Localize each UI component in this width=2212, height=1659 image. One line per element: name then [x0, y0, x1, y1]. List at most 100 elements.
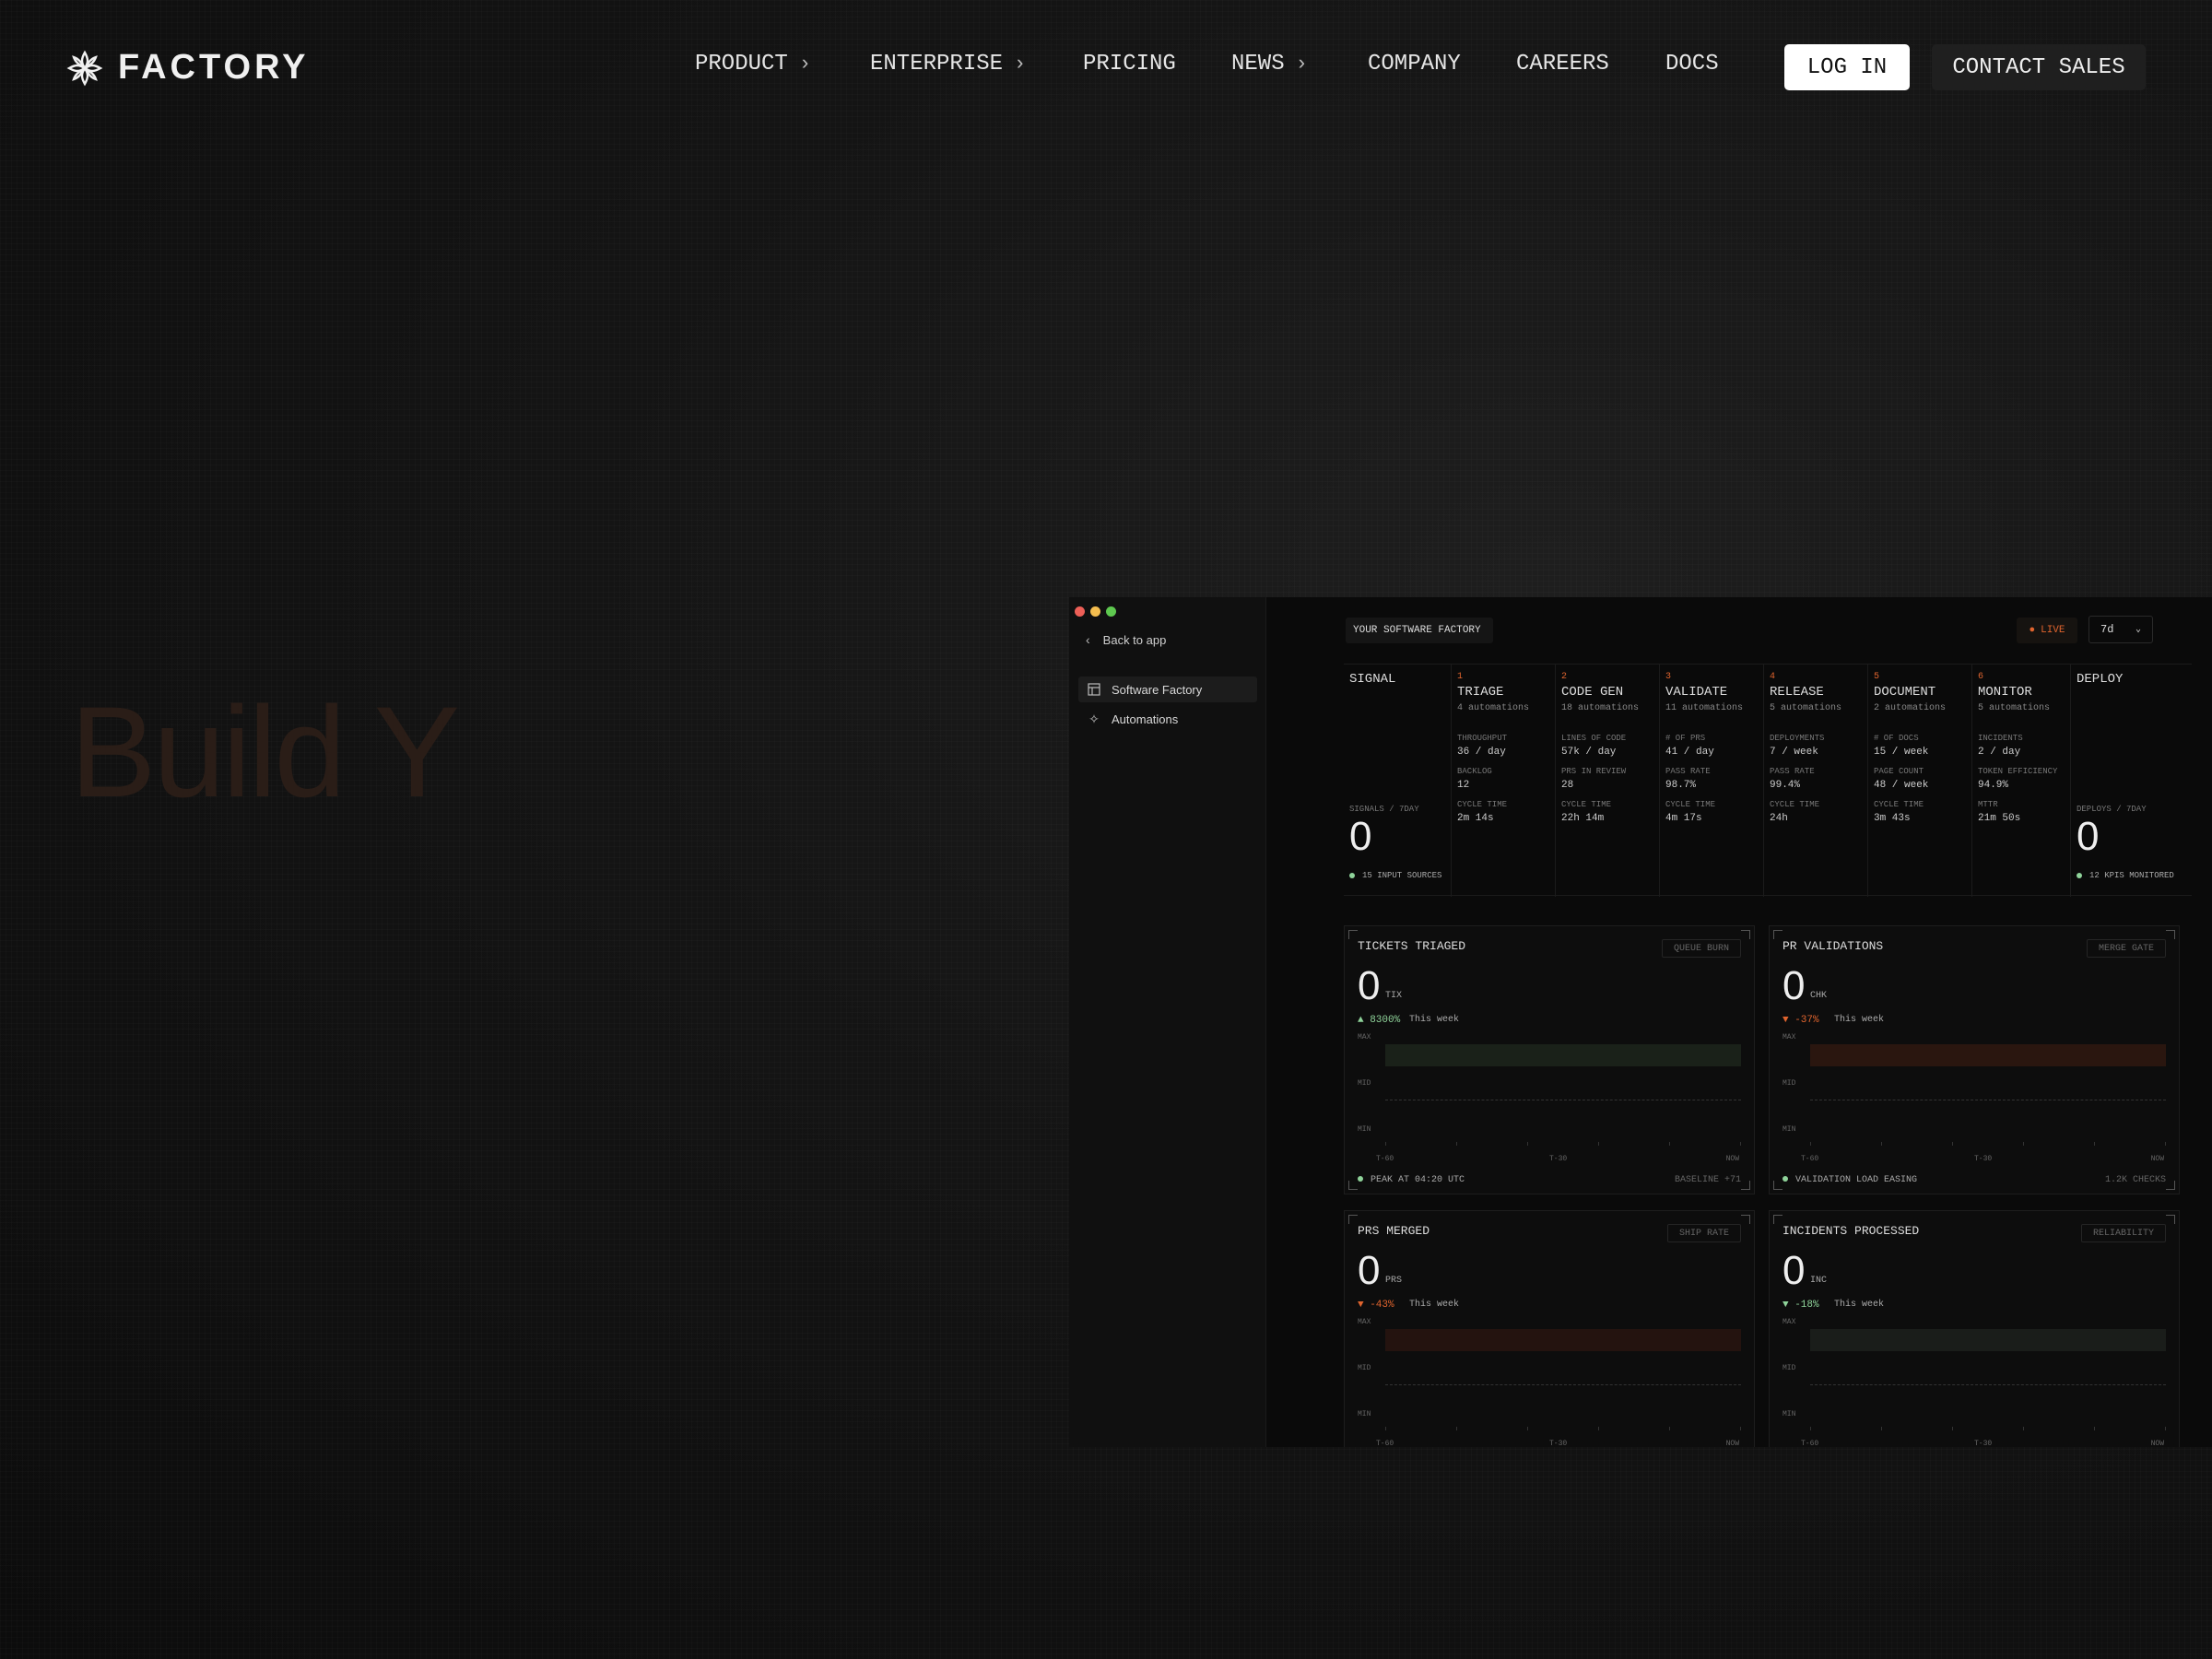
metric-label: PRS IN REVIEW	[1561, 767, 1627, 776]
corner-mark	[1741, 1215, 1750, 1224]
x-tick-mark	[1881, 1142, 1882, 1146]
stage-name: VALIDATE	[1665, 685, 1728, 700]
x-tick-mark	[1669, 1142, 1670, 1146]
metric-value: 2m 14s	[1457, 813, 1494, 824]
sidebar-item-software-factory[interactable]: Software Factory	[1078, 677, 1257, 702]
signal-value: 0	[1349, 814, 1372, 859]
back-to-app-link[interactable]: ‹ Back to app	[1086, 632, 1166, 647]
metric-value: 48 / week	[1874, 780, 1929, 791]
signal-column: SIGNAL SIGNALS / 7DAY 0 15 INPUT SOURCES	[1344, 665, 1451, 897]
minimize-dot-icon[interactable]	[1090, 606, 1100, 617]
metric-label: CYCLE TIME	[1665, 800, 1716, 809]
stage-column-triage[interactable]: 1 TRIAGE 4 automations THROUGHPUT 36 / da…	[1451, 665, 1555, 897]
sidebar-item-label: Software Factory	[1112, 682, 1203, 697]
nav-item-docs[interactable]: DOCS	[1665, 52, 1719, 76]
stage-number: 6	[1978, 672, 1984, 682]
y-axis-label: MID	[1358, 1079, 1371, 1088]
stage-column-release[interactable]: 4 RELEASE 5 automations DEPLOYMENTS 7 / w…	[1763, 665, 1867, 897]
card-title: PRS MERGED	[1358, 1224, 1430, 1238]
x-tick-mark	[1952, 1142, 1953, 1146]
card-delta: ▲ 8300%	[1358, 1015, 1401, 1026]
corner-mark	[1741, 1181, 1750, 1190]
x-tick-mark	[1385, 1142, 1386, 1146]
metric-label: CYCLE TIME	[1561, 800, 1612, 809]
chart-band	[1810, 1329, 2166, 1351]
stage-column-document[interactable]: 5 DOCUMENT 2 automations # OF DOCS 15 / w…	[1867, 665, 1971, 897]
card-tag[interactable]: RELIABILITY	[2080, 1224, 2166, 1242]
x-axis-label: NOW	[2150, 1440, 2164, 1447]
range-value: 7d	[2100, 623, 2114, 636]
chevron-right-icon: ›	[1014, 53, 1027, 76]
card-delta: ▼ -18%	[1783, 1300, 1819, 1311]
stage-name: DEPLOY	[2077, 672, 2124, 687]
metric-card-pr-validations[interactable]: PR VALIDATIONS MERGE GATE 0 CHK ▼ -37% T…	[1769, 925, 2180, 1194]
login-button[interactable]: LOG IN	[1784, 44, 1910, 90]
corner-mark	[2166, 930, 2175, 939]
stage-name: MONITOR	[1978, 685, 2032, 700]
app-preview-window: ‹ Back to app Software Factory ✧ Automat…	[1069, 597, 2212, 1447]
metric-label: DEPLOYS / 7DAY	[2077, 805, 2147, 814]
card-tag[interactable]: QUEUE BURN	[1661, 939, 1741, 958]
card-tag[interactable]: SHIP RATE	[1666, 1224, 1741, 1242]
range-select[interactable]: 7d ⌄	[2088, 616, 2153, 643]
nav-item-pricing[interactable]: PRICING	[1083, 52, 1176, 76]
metric-label: BACKLOG	[1457, 767, 1492, 776]
stage-number: 5	[1874, 672, 1880, 682]
stage-column-validate[interactable]: 3 VALIDATE 11 automations # OF PRS 41 / d…	[1659, 665, 1763, 897]
y-axis-label: MID	[1358, 1364, 1371, 1372]
metric-card-tickets-triaged[interactable]: TICKETS TRIAGED QUEUE BURN 0 TIX ▲ 8300%…	[1344, 925, 1755, 1194]
stage-number: 3	[1665, 672, 1672, 682]
nav-item-careers[interactable]: CAREERS	[1516, 52, 1609, 76]
factory-title: YOUR SOFTWARE FACTORY	[1346, 618, 1493, 643]
nav-item-news[interactable]: NEWS ›	[1231, 52, 1308, 76]
stage-column-monitor[interactable]: 6 MONITOR 5 automations INCIDENTS 2 / day…	[1971, 665, 2076, 897]
x-axis-label: NOW	[1725, 1440, 1739, 1447]
card-value: 0	[1358, 1248, 1381, 1293]
corner-mark	[1773, 1215, 1783, 1224]
x-axis-label: T-30	[1974, 1155, 1993, 1163]
card-title: INCIDENTS PROCESSED	[1783, 1224, 1920, 1238]
metric-card-incidents-processed[interactable]: INCIDENTS PROCESSED RELIABILITY 0 INC ▼ …	[1769, 1210, 2180, 1447]
contact-sales-button[interactable]: CONTACT SALES	[1932, 44, 2146, 90]
nav-item-enterprise[interactable]: ENTERPRISE ›	[870, 52, 1026, 76]
brand-logo[interactable]: FACTORY	[66, 48, 309, 88]
metric-value: 57k / day	[1561, 747, 1617, 758]
nav-item-company[interactable]: COMPANY	[1368, 52, 1461, 76]
corner-mark	[1741, 930, 1750, 939]
maximize-dot-icon[interactable]	[1106, 606, 1116, 617]
stage-number: 2	[1561, 672, 1568, 682]
deploy-column: DEPLOY DEPLOYS / 7DAY 0 12 KPIS MONITORE…	[2070, 665, 2199, 897]
nav-item-label: PRICING	[1083, 52, 1176, 76]
status-dot-icon	[1358, 1176, 1363, 1182]
metric-label: THROUGHPUT	[1457, 734, 1508, 743]
metric-label: TOKEN EFFICIENCY	[1978, 767, 2058, 776]
nav-item-label: PRODUCT	[695, 52, 788, 76]
stage-number: 1	[1457, 672, 1464, 682]
metric-label: # OF DOCS	[1874, 734, 1919, 743]
stage-number: 4	[1770, 672, 1776, 682]
nav-item-product[interactable]: PRODUCT ›	[695, 52, 811, 76]
card-footer-text: PEAK AT 04:20 UTC	[1371, 1175, 1465, 1185]
metric-label: INCIDENTS	[1978, 734, 2023, 743]
close-dot-icon[interactable]	[1075, 606, 1085, 617]
x-tick-mark	[2165, 1142, 2166, 1146]
corner-mark	[1773, 930, 1783, 939]
stage-column-code-gen[interactable]: 2 CODE GEN 18 automations LINES OF CODE 5…	[1555, 665, 1659, 897]
x-tick-mark	[1669, 1427, 1670, 1430]
x-tick-mark	[1810, 1142, 1811, 1146]
stage-automations: 11 automations	[1665, 703, 1744, 713]
status-dot-icon	[2077, 872, 2082, 878]
sidebar-item-automations[interactable]: ✧ Automations	[1078, 706, 1257, 732]
factory-logo-icon	[66, 50, 103, 86]
metric-card-prs-merged[interactable]: PRS MERGED SHIP RATE 0 PRS ▼ -43% This w…	[1344, 1210, 1755, 1447]
nav-item-label: COMPANY	[1368, 52, 1461, 76]
x-tick-mark	[1527, 1142, 1528, 1146]
metric-label: PAGE COUNT	[1874, 767, 1924, 776]
y-axis-label: MAX	[1358, 1033, 1371, 1041]
card-value: 0	[1783, 963, 1806, 1008]
stage-name: TRIAGE	[1457, 685, 1504, 700]
y-axis-label: MIN	[1358, 1410, 1371, 1418]
metric-label: PASS RATE	[1665, 767, 1711, 776]
card-tag[interactable]: MERGE GATE	[2086, 939, 2166, 958]
hero-headline: Build Y	[70, 679, 460, 824]
